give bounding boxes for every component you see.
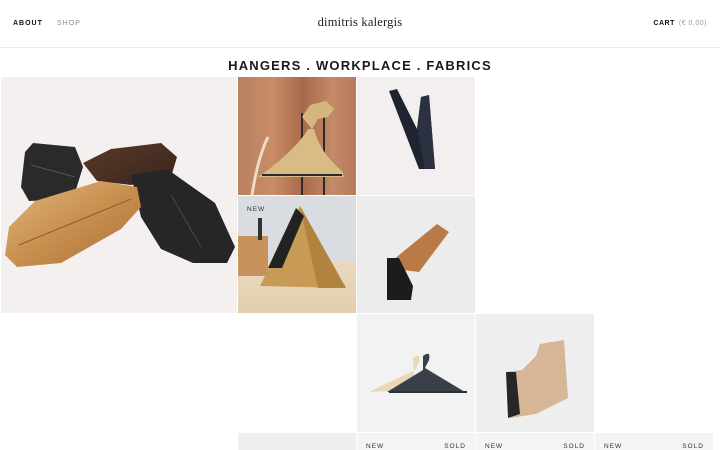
product-tile-black-hook[interactable] — [357, 77, 475, 195]
product-tile-wood-hook[interactable] — [357, 196, 475, 313]
badge-sold: SOLD — [563, 443, 585, 450]
triangle-phone-stand-image — [238, 206, 346, 288]
product-tile-bottom-2[interactable]: NEW SOLD — [357, 433, 475, 450]
product-tile-bottom-1[interactable] — [238, 433, 356, 450]
badge-new: NEW — [485, 443, 504, 450]
site-header: ABOUT SHOP dimitris kalergis CART (€ 0,00… — [0, 0, 720, 48]
badge-sold: SOLD — [444, 443, 466, 450]
brand-logo-wrap: dimitris kalergis — [0, 15, 720, 30]
page-heading: HANGERS . WORKPLACE . FABRICS — [228, 58, 492, 73]
product-tile-wooden-pieces[interactable] — [1, 77, 237, 313]
nav-about-link[interactable]: ABOUT — [13, 20, 43, 27]
product-tile-hangers[interactable] — [357, 314, 475, 432]
product-tile-bottom-4[interactable]: NEW SOLD — [595, 433, 713, 450]
badge-sold: SOLD — [682, 443, 704, 450]
product-tile-gold-hanger[interactable] — [238, 77, 356, 195]
badge-new: NEW — [247, 206, 266, 213]
bottom-product-1-image — [238, 433, 356, 450]
product-tile-triangle-stand[interactable]: NEW — [238, 196, 356, 313]
wood-stand-image — [506, 340, 568, 418]
product-tile-wood-stand[interactable] — [476, 314, 594, 432]
gold-bird-hanger-image — [250, 101, 344, 195]
cart-total: (€ 0,00) — [678, 20, 707, 27]
wooden-tile-pieces-image — [5, 143, 235, 267]
badge-new: NEW — [366, 443, 385, 450]
cart-link[interactable]: CART (€ 0,00) — [653, 20, 707, 27]
nav-shop-link[interactable]: SHOP — [57, 20, 81, 27]
badge-new: NEW — [604, 443, 623, 450]
brand-logo[interactable]: dimitris kalergis — [318, 15, 403, 29]
two-hangers-image — [369, 353, 467, 393]
product-tile-bottom-3[interactable]: NEW SOLD — [476, 433, 594, 450]
wooden-wall-hook-image — [387, 224, 449, 300]
black-wall-hook-image — [389, 89, 435, 169]
cart-label: CART — [653, 20, 675, 27]
